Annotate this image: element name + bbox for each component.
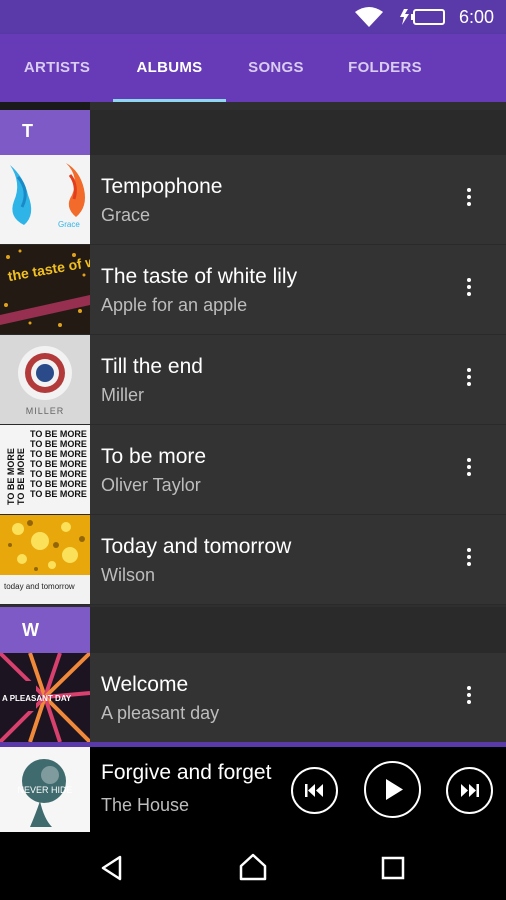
album-artist: A pleasant day xyxy=(101,703,220,723)
album-art-text: TO BE MORE xyxy=(30,479,87,489)
album-art: the taste of white lily xyxy=(0,245,90,334)
album-artist: Grace xyxy=(101,205,151,225)
album-row-tempophone[interactable]: Grace Tempophone Grace xyxy=(0,155,506,245)
skip-previous-icon xyxy=(305,784,323,797)
clock: 6:00 xyxy=(458,7,494,27)
album-art-text: TO BE MORE xyxy=(30,429,87,439)
tab-folders[interactable]: FOLDERS xyxy=(334,34,436,102)
overflow-menu-icon[interactable] xyxy=(456,455,482,485)
album-art-text: TO BE MORE xyxy=(16,448,26,505)
tab-songs[interactable]: SONGS xyxy=(236,34,316,102)
now-playing-title: Forgive and forget xyxy=(101,761,272,784)
album-art: Grace xyxy=(0,155,90,244)
previous-album-art-edge xyxy=(0,102,90,110)
overflow-menu-icon[interactable] xyxy=(456,365,482,395)
album-art-text: TO BE MORE xyxy=(30,449,87,459)
album-art-text: TO BE MORE xyxy=(30,439,87,449)
album-row-the-taste-of-white-lily[interactable]: the taste of white lily The taste of whi… xyxy=(0,245,506,335)
play-icon xyxy=(386,779,403,800)
album-art: TO BE MORE TO BE MORE TO BE MORE TO BE M… xyxy=(0,425,90,514)
album-row-welcome[interactable]: A PLEASANT DAY Welcome A pleasant day xyxy=(0,653,506,742)
album-art-text: Grace xyxy=(58,220,80,229)
overflow-menu-icon[interactable] xyxy=(456,683,482,713)
album-title: Tempophone xyxy=(101,175,223,198)
album-art: MILLER xyxy=(0,335,90,424)
album-row-till-the-end[interactable]: MILLER Till the end Miller xyxy=(0,335,506,425)
album-art-text: today and tomorrow xyxy=(4,582,75,591)
now-playing-artist: The House xyxy=(101,795,190,815)
album-row-to-be-more[interactable]: TO BE MORE TO BE MORE TO BE MORE TO BE M… xyxy=(0,425,506,515)
recents-icon[interactable] xyxy=(381,856,405,880)
now-playing-bar[interactable]: NEVER HIDE Forgive and forget The House xyxy=(0,742,506,832)
overflow-menu-icon[interactable] xyxy=(456,545,482,575)
overflow-menu-icon[interactable] xyxy=(456,185,482,215)
album-art: today and tomorrow xyxy=(0,515,90,604)
navigation-bar xyxy=(0,832,506,900)
album-title: Today and tomorrow xyxy=(101,535,292,558)
album-title: The taste of white lily xyxy=(101,265,298,288)
tab-albums[interactable]: ALBUMS xyxy=(113,34,226,102)
album-art-text: TO BE MORE xyxy=(30,459,87,469)
album-artist: Wilson xyxy=(101,565,156,585)
skip-next-icon xyxy=(461,784,479,797)
back-icon[interactable] xyxy=(98,854,126,882)
status-bar: 6:00 xyxy=(0,0,506,34)
album-art-text: MILLER xyxy=(26,406,65,416)
battery-charging-icon xyxy=(400,9,445,25)
previous-track-button[interactable] xyxy=(291,767,338,814)
album-art-text: TO BE MORE xyxy=(30,489,87,499)
album-art-text: TO BE MORE xyxy=(6,448,16,505)
play-button[interactable] xyxy=(364,761,421,818)
album-row-today-and-tomorrow[interactable]: today and tomorrow Today and tomorrow Wi… xyxy=(0,515,506,605)
album-artist: Apple for an apple xyxy=(101,295,248,315)
home-icon[interactable] xyxy=(238,852,268,882)
album-title: To be more xyxy=(101,445,207,468)
album-art-text: TO BE MORE xyxy=(30,469,87,479)
album-title: Welcome xyxy=(101,673,189,696)
album-art: A PLEASANT DAY xyxy=(0,653,90,742)
album-art-text: A PLEASANT DAY xyxy=(2,694,72,703)
next-track-button[interactable] xyxy=(446,767,493,814)
tab-bar: ARTISTS ALBUMS SONGS FOLDERS xyxy=(0,34,506,102)
section-letter: W xyxy=(0,607,90,653)
album-art-text: NEVER HIDE xyxy=(17,785,72,795)
now-playing-album-art: NEVER HIDE xyxy=(0,747,90,832)
tab-artists[interactable]: ARTISTS xyxy=(10,34,104,102)
album-list[interactable]: T Grace Tempophone Grace the taste of wh… xyxy=(0,102,506,742)
album-artist: Miller xyxy=(101,385,144,405)
wifi-icon xyxy=(355,7,383,27)
overflow-menu-icon[interactable] xyxy=(456,275,482,305)
album-title: Till the end xyxy=(101,355,203,378)
album-artist: Oliver Taylor xyxy=(101,475,201,495)
section-header-w: W xyxy=(0,607,506,653)
